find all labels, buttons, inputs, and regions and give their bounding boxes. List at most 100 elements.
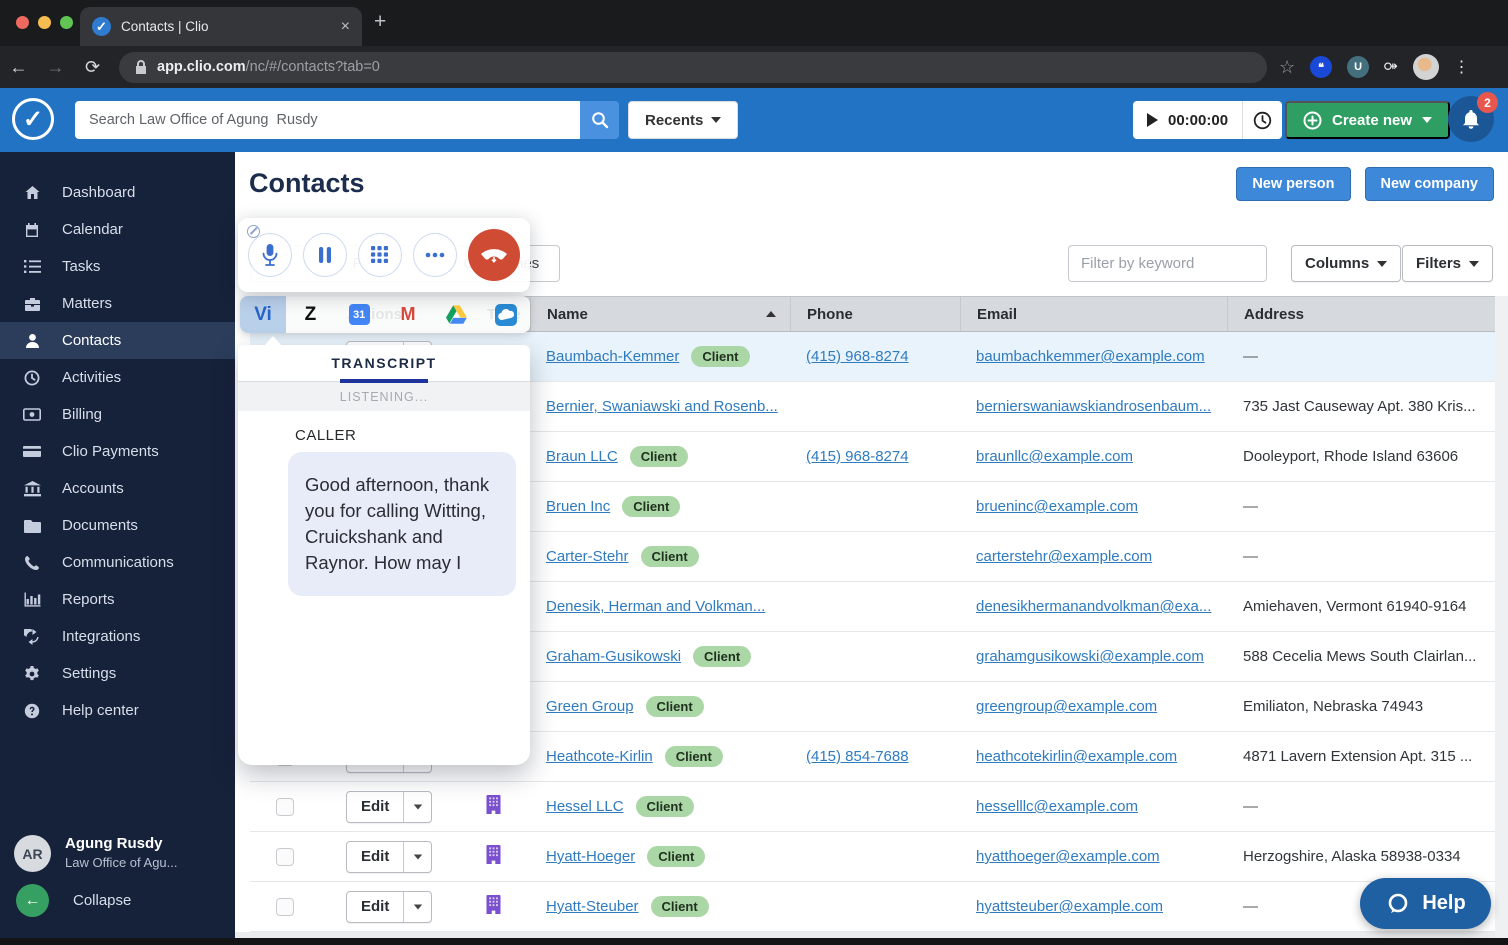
email-link[interactable]: braunllc@example.com [976,448,1133,465]
phone-link[interactable]: (415) 968-8274 [806,348,909,365]
sidebar-item-settings[interactable]: Settings [0,655,235,692]
sidebar-item-accounts[interactable]: Accounts [0,470,235,507]
email-link[interactable]: hesselllc@example.com [976,798,1138,815]
refresh-icon[interactable]: ⟳ [74,57,111,78]
create-new-button[interactable]: Create new [1285,101,1450,139]
tab-close-icon[interactable]: × [341,18,350,36]
contact-name-link[interactable]: Bruen Inc [546,498,610,515]
sidebar-collapse[interactable]: ← Collapse [0,882,235,919]
google-drive-icon[interactable] [432,296,481,333]
contact-name-link[interactable]: Braun LLC [546,448,618,465]
edit-dropdown-button[interactable] [403,792,431,822]
notifications-button[interactable]: 2 [1448,96,1494,142]
vi-tab[interactable]: Vi [240,296,286,333]
contact-name-link[interactable]: Hyatt-Steuber [546,898,639,915]
edit-dropdown-button[interactable] [403,892,431,922]
sidebar-item-reports[interactable]: Reports [0,581,235,618]
edit-button[interactable]: Edit [347,892,403,922]
email-link[interactable]: brueninc@example.com [976,498,1138,515]
sidebar-item-activities[interactable]: Activities [0,359,235,396]
extensions-puzzle-icon[interactable]: ⚩︎ [1384,57,1397,77]
row-checkbox[interactable] [276,848,294,866]
sidebar-item-clio-payments[interactable]: Clio Payments [0,433,235,470]
play-icon[interactable] [1147,113,1158,127]
contact-name-link[interactable]: Heathcote-Kirlin [546,748,653,765]
microphone-button[interactable] [248,233,292,277]
address-bar[interactable]: app.clio.com/nc/#/contacts?tab=0 [119,52,1267,83]
row-checkbox[interactable] [276,798,294,816]
google-calendar-icon[interactable]: 31 [335,296,384,333]
phone-link[interactable]: (415) 854-7688 [806,748,909,765]
contact-name-link[interactable]: Carter-Stehr [546,548,629,565]
dialpad-button[interactable] [358,233,402,277]
sidebar-user[interactable]: AR Agung Rusdy Law Office of Agu... [0,835,235,872]
browser-profile-avatar[interactable] [1413,54,1439,80]
minimize-window-button[interactable] [38,16,51,29]
maximize-window-button[interactable] [60,16,73,29]
email-link[interactable]: greengroup@example.com [976,698,1157,715]
contact-name-link[interactable]: Denesik, Herman and Volkman... [546,598,765,615]
clio-logo[interactable]: ✓ [12,98,54,140]
edit-dropdown-button[interactable] [403,842,431,872]
row-checkbox[interactable] [276,898,294,916]
scrollbar-gutter[interactable] [1495,296,1508,938]
zendesk-icon[interactable]: Z [286,296,335,333]
bookmark-star-icon[interactable]: ☆ [1279,57,1295,78]
email-link[interactable]: bernierswaniawskiandrosenbaum... [976,398,1211,415]
clock-button[interactable] [1242,101,1282,139]
contact-name-link[interactable]: Hessel LLC [546,798,624,815]
phone-link[interactable]: (415) 968-8274 [806,448,909,465]
email-link[interactable]: carterstehr@example.com [976,548,1152,565]
sidebar-item-documents[interactable]: Documents [0,507,235,544]
contact-name-link[interactable]: Graham-Gusikowski [546,648,681,665]
help-button[interactable]: Help [1360,878,1491,929]
email-link[interactable]: heathcotekirlin@example.com [976,748,1177,765]
filter-keyword-input[interactable] [1068,245,1267,282]
email-link[interactable]: denesikhermanandvolkman@exa... [976,598,1211,615]
columns-button[interactable]: Columns [1291,245,1401,282]
sidebar-item-help-center[interactable]: Help center [0,692,235,729]
sidebar-item-matters[interactable]: Matters [0,285,235,322]
sidebar-item-integrations[interactable]: Integrations [0,618,235,655]
contact-name-link[interactable]: Hyatt-Hoeger [546,848,635,865]
sidebar-item-communications[interactable]: Communications [0,544,235,581]
window-controls[interactable] [16,16,73,29]
filters-button[interactable]: Filters [1402,245,1493,282]
extension-u-icon[interactable]: U [1347,56,1369,78]
sidebar-item-tasks[interactable]: Tasks [0,248,235,285]
close-window-button[interactable] [16,16,29,29]
forward-icon[interactable]: → [37,57,74,78]
new-person-button[interactable]: New person [1236,167,1350,201]
timer-widget[interactable]: 00:00:00 [1133,101,1282,139]
browser-menu-icon[interactable]: ⋮ [1454,57,1470,77]
edit-button[interactable]: Edit [347,842,403,872]
email-link[interactable]: hyatthoeger@example.com [976,848,1160,865]
sidebar-item-billing[interactable]: Billing [0,396,235,433]
browser-tab[interactable]: ✓ Contacts | Clio × [80,7,362,46]
sidebar-item-contacts[interactable]: Contacts [0,322,235,359]
more-options-button[interactable] [413,233,457,277]
new-tab-button[interactable]: + [374,10,386,34]
header-address[interactable]: Address [1227,297,1495,331]
pause-button[interactable] [303,233,347,277]
back-icon[interactable]: ← [0,57,37,78]
header-phone[interactable]: Phone [790,297,960,331]
global-search-input[interactable] [75,101,580,139]
contact-name-link[interactable]: Green Group [546,698,634,715]
recents-button[interactable]: Recents [628,101,738,139]
sidebar-item-calendar[interactable]: Calendar [0,211,235,248]
header-name[interactable]: Name [530,297,790,331]
email-link[interactable]: hyattsteuber@example.com [976,898,1163,915]
email-link[interactable]: baumbachkemmer@example.com [976,348,1205,365]
search-button[interactable] [580,101,619,139]
salesforce-icon[interactable] [481,296,530,333]
transcript-tab[interactable]: TRANSCRIPT [238,345,530,382]
new-company-button[interactable]: New company [1365,167,1495,201]
hang-up-button[interactable] [468,229,520,281]
contact-name-link[interactable]: Baumbach-Kemmer [546,348,679,365]
extension-icon[interactable]: ❝ [1310,56,1332,78]
sidebar-item-dashboard[interactable]: Dashboard [0,174,235,211]
contact-name-link[interactable]: Bernier, Swaniawski and Rosenb... [546,398,778,415]
edit-button[interactable]: Edit [347,792,403,822]
header-email[interactable]: Email [960,297,1227,331]
